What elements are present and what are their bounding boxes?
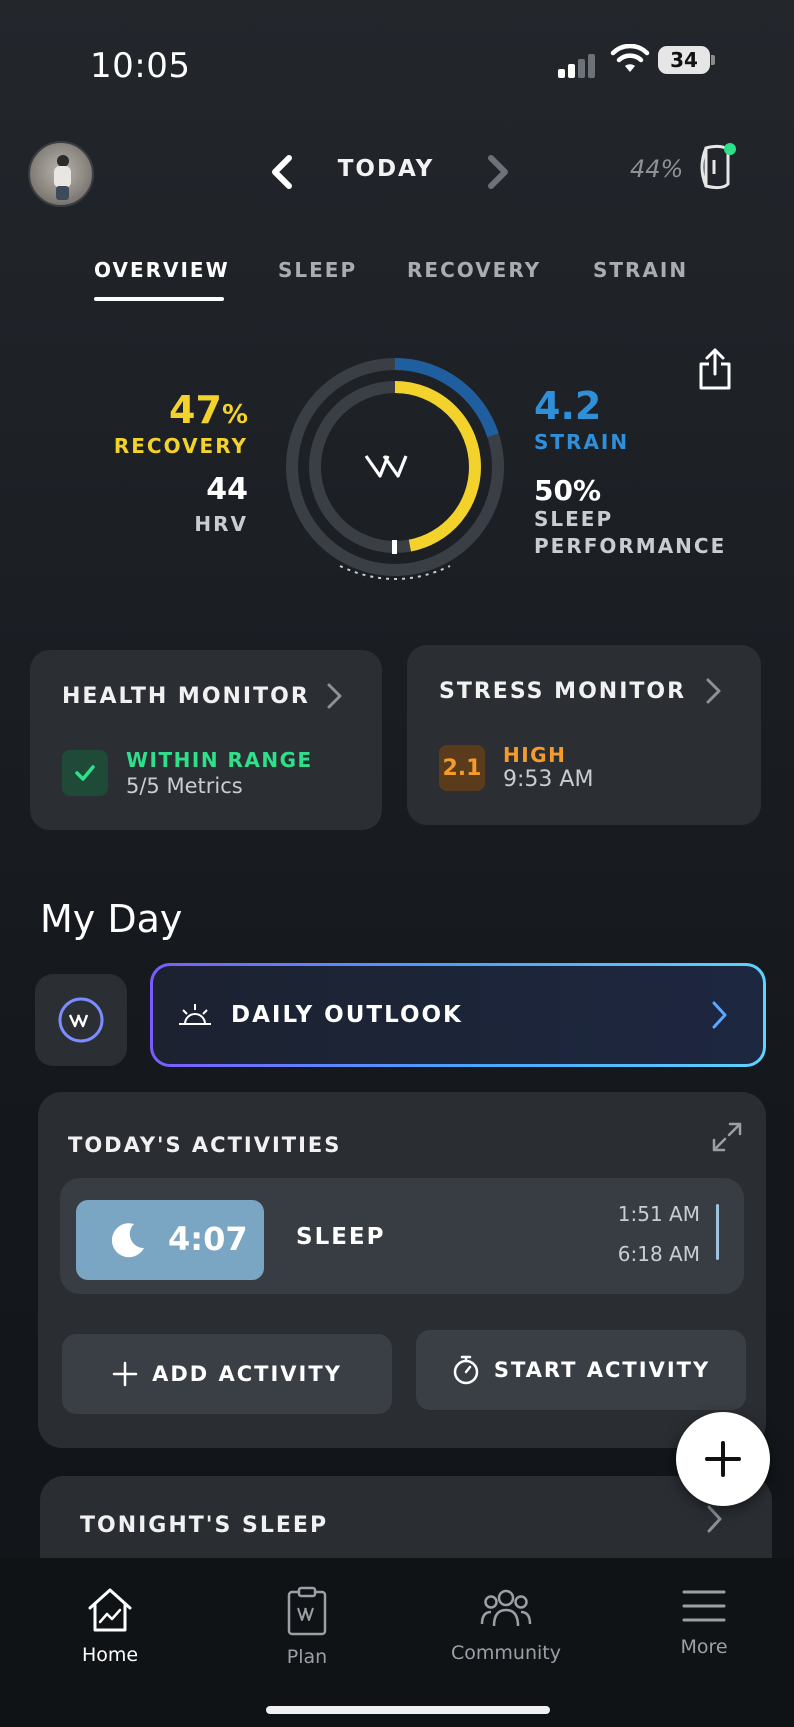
battery-tip: [711, 55, 715, 65]
stress-monitor-title: STRESS MONITOR: [439, 679, 687, 704]
nav-plan-label: Plan: [286, 1646, 328, 1668]
nav-community[interactable]: Community: [436, 1586, 576, 1664]
activity-name: SLEEP: [296, 1224, 386, 1250]
strap-device-icon[interactable]: [694, 140, 738, 194]
chevron-right-icon: [707, 1505, 722, 1533]
device-battery-percent: 44%: [630, 155, 684, 183]
people-icon: [480, 1589, 532, 1627]
recovery-strain-gauge[interactable]: [280, 352, 510, 592]
sleep-duration: 4:07: [168, 1220, 248, 1258]
stress-score: 2.1: [439, 745, 485, 791]
gauge-marker: [392, 540, 397, 554]
home-indicator: [266, 1706, 550, 1714]
stress-level: HIGH: [503, 743, 567, 767]
plus-icon: [112, 1361, 138, 1387]
add-fab-button[interactable]: [676, 1412, 770, 1506]
start-activity-button[interactable]: START ACTIVITY: [416, 1330, 746, 1410]
sleep-performance-value: 50%: [534, 474, 602, 507]
sunrise-icon: [179, 1004, 211, 1025]
whoop-logo-icon: [58, 997, 104, 1043]
home-icon: [88, 1588, 132, 1632]
clipboard-icon: [287, 1586, 327, 1636]
share-icon[interactable]: [695, 346, 735, 392]
strain-value: 4.2: [534, 384, 602, 428]
next-day-button[interactable]: [478, 150, 518, 194]
strain-label: STRAIN: [534, 430, 630, 454]
date-title: TODAY: [337, 156, 435, 182]
tab-overview[interactable]: OVERVIEW: [94, 258, 230, 282]
active-tab-indicator: [94, 297, 224, 301]
sleep-performance-label: SLEEP PERFORMANCE: [534, 507, 727, 558]
health-monitor-card[interactable]: HEALTH MONITOR WITHIN RANGE 5/5 Metrics: [30, 650, 382, 830]
activity-end-time: 6:18 AM: [617, 1242, 700, 1266]
nav-home-label: Home: [81, 1644, 139, 1666]
daily-outlook-button[interactable]: DAILY OUTLOOK: [150, 963, 766, 1067]
stopwatch-icon: [453, 1355, 479, 1385]
menu-icon: [682, 1590, 726, 1622]
add-activity-button[interactable]: ADD ACTIVITY: [62, 1334, 392, 1414]
health-metrics-count: 5/5 Metrics: [126, 774, 243, 798]
chevron-right-icon: [712, 1001, 727, 1029]
my-day-heading: My Day: [40, 897, 183, 941]
chevron-right-icon: [327, 683, 342, 709]
health-monitor-title: HEALTH MONITOR: [62, 684, 310, 709]
tonights-sleep-title: TONIGHT'S SLEEP: [80, 1513, 329, 1538]
previous-day-button[interactable]: [262, 150, 302, 194]
recovery-label: RECOVERY: [113, 434, 248, 458]
moon-icon: [111, 1223, 144, 1258]
nav-more-label: More: [680, 1636, 728, 1658]
avatar[interactable]: [28, 141, 94, 207]
battery-indicator: 34: [658, 46, 710, 74]
hrv-label: HRV: [194, 512, 248, 536]
plus-icon: [705, 1441, 741, 1477]
daily-outlook-label: DAILY OUTLOOK: [231, 1002, 463, 1028]
check-icon: [62, 750, 108, 796]
start-activity-label: START ACTIVITY: [493, 1358, 711, 1382]
nav-home[interactable]: Home: [40, 1586, 180, 1666]
recovery-value: 47%: [169, 388, 248, 432]
activity-time-bar: [716, 1204, 719, 1260]
add-activity-label: ADD ACTIVITY: [152, 1362, 342, 1386]
tab-strain[interactable]: STRAIN: [593, 258, 688, 282]
status-time: 10:05: [90, 46, 191, 86]
nav-community-label: Community: [451, 1642, 561, 1664]
todays-activities-title: TODAY'S ACTIVITIES: [68, 1133, 342, 1157]
nav-more[interactable]: More: [634, 1586, 774, 1658]
expand-icon[interactable]: [710, 1120, 744, 1154]
wifi-icon: [610, 44, 650, 72]
whoop-coach-button[interactable]: [35, 974, 127, 1066]
cellular-signal-icon: [558, 52, 598, 78]
health-status: WITHIN RANGE: [126, 748, 313, 772]
tab-sleep[interactable]: SLEEP: [278, 258, 357, 282]
activity-start-time: 1:51 AM: [617, 1202, 700, 1226]
stress-monitor-card[interactable]: STRESS MONITOR 2.1 HIGH 9:53 AM: [407, 645, 761, 825]
nav-plan[interactable]: Plan: [237, 1586, 377, 1668]
whoop-logo-icon: [364, 455, 408, 478]
sleep-duration-chip: 4:07: [76, 1200, 264, 1280]
tab-recovery[interactable]: RECOVERY: [407, 258, 541, 282]
hrv-value: 44: [206, 472, 248, 507]
chevron-right-icon: [706, 678, 721, 704]
stress-time: 9:53 AM: [503, 767, 594, 792]
